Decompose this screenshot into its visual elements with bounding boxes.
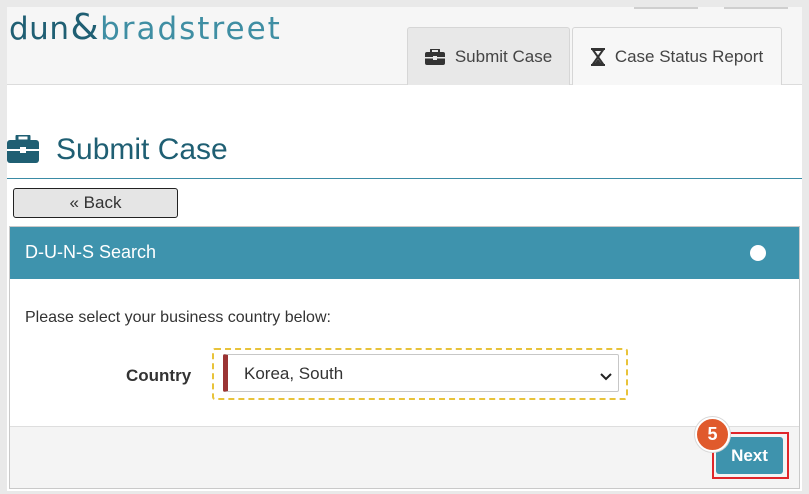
top-tab-stub [724, 7, 788, 9]
duns-search-panel: D-U-N-S Search Please select your busine… [9, 226, 800, 489]
panel-title: D-U-N-S Search [25, 242, 157, 262]
back-button[interactable]: « Back [13, 188, 178, 218]
status-dot-icon [750, 245, 766, 261]
chevron-down-icon [600, 367, 612, 386]
page: dun&bradstreet Submit Case Case Status R… [7, 7, 802, 491]
briefcase-icon [7, 133, 39, 167]
country-prompt: Please select your business country belo… [25, 309, 331, 326]
logo-ampersand: & [70, 7, 100, 48]
panel-header: D-U-N-S Search [10, 227, 799, 279]
country-select-value: Korea, South [244, 364, 344, 383]
header: dun&bradstreet Submit Case Case Status R… [7, 7, 802, 85]
tab-submit-case[interactable]: Submit Case [407, 27, 570, 85]
country-select[interactable]: Korea, South [223, 354, 619, 392]
country-label: Country [126, 366, 192, 385]
tab-case-status-report[interactable]: Case Status Report [572, 27, 782, 85]
page-title: Submit Case [56, 133, 228, 166]
logo-bradstreet: bradstreet [100, 11, 282, 47]
step-badge: 5 [695, 417, 730, 452]
panel-footer [10, 426, 799, 488]
page-title-row: Submit Case [7, 125, 802, 179]
logo-dun: dun [9, 11, 70, 47]
hourglass-icon [590, 47, 605, 66]
tab-case-status-label: Case Status Report [614, 46, 764, 66]
tab-submit-case-label: Submit Case [454, 46, 553, 66]
top-tab-stub [634, 7, 698, 9]
dnb-logo[interactable]: dun&bradstreet [9, 7, 282, 48]
briefcase-icon [424, 48, 445, 65]
